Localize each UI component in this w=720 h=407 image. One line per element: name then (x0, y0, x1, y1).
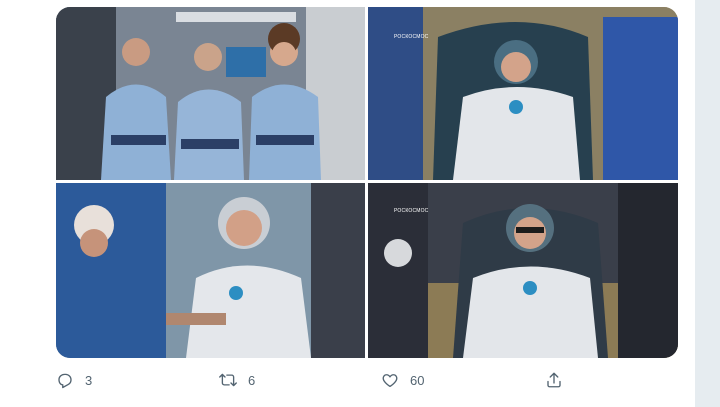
tweet-photo-1[interactable] (56, 7, 365, 180)
tweet-photo-3[interactable] (56, 183, 365, 358)
reply-count: 3 (85, 372, 93, 388)
like-icon (382, 374, 398, 388)
like-button[interactable]: 60 (381, 368, 424, 392)
share-button[interactable] (545, 368, 563, 392)
like-count: 60 (410, 372, 425, 388)
share-icon (547, 372, 561, 388)
retweet-button[interactable]: 6 (219, 368, 255, 392)
tweet-photo-4[interactable]: РОСКОСМОС (368, 183, 678, 358)
reply-icon (58, 373, 72, 389)
photo-3-illustration (56, 183, 365, 358)
roscosmos-logo-2: РОСКОСМОС (394, 34, 429, 40)
reply-button[interactable]: 3 (56, 368, 92, 392)
roscosmos-logo-4: РОСКОСМОС (394, 208, 429, 214)
tweet-actions: 3 6 60 (56, 368, 616, 392)
tweet-card: РОСКОСМОС РОСКОСМОС 3 6 60 (0, 0, 695, 407)
retweet-icon (219, 373, 237, 387)
photo-1-illustration (56, 7, 365, 180)
timeline-gutter (695, 0, 720, 407)
tweet-photo-2[interactable]: РОСКОСМОС (368, 7, 678, 180)
retweet-count: 6 (248, 372, 256, 388)
photo-2-illustration (368, 7, 678, 180)
tweet-media-grid: РОСКОСМОС РОСКОСМОС (56, 7, 678, 358)
